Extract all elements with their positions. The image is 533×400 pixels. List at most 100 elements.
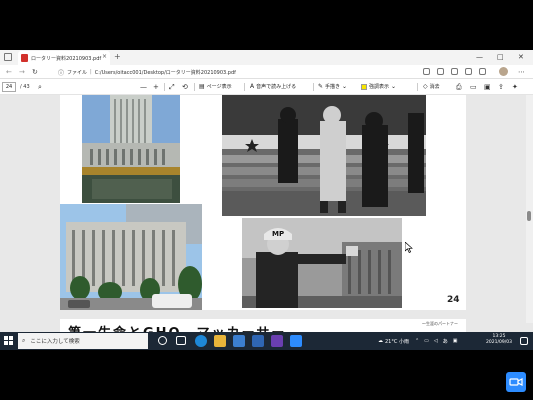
erase-button[interactable]: ◇ 消去 <box>423 82 440 92</box>
draw-label: 手描き <box>325 84 341 90</box>
store-icon[interactable] <box>233 335 245 347</box>
pdf-file-icon <box>21 54 28 62</box>
weather-icon: ☁ <box>378 338 383 344</box>
network-icon[interactable]: ▭ <box>424 338 429 344</box>
pen-icon: ✎ <box>318 83 324 90</box>
language-icon[interactable]: ▣ <box>453 338 458 344</box>
zoom-in-button[interactable]: + <box>153 82 159 92</box>
taskbar-search[interactable]: ⌕ ここに入力して検索 <box>18 333 148 349</box>
tab-pdf[interactable]: ロータリー資料20210903.pdf × <box>18 51 110 65</box>
teams-icon[interactable] <box>271 335 283 347</box>
tab-bar: ロータリー資料20210903.pdf × + — □ ✕ <box>0 50 533 65</box>
address-path: C:/Users/oitacc001/Desktop/ロータリー資料202109… <box>94 69 236 76</box>
zoom-out-button[interactable]: — <box>140 82 147 92</box>
search-placeholder: ここに入力して検索 <box>30 339 80 345</box>
zoom-app-icon[interactable] <box>290 335 302 347</box>
svg-text:MP: MP <box>272 230 284 238</box>
new-tab-button[interactable]: + <box>114 52 121 62</box>
page-total: / 43 <box>20 84 30 90</box>
edge-browser-icon[interactable] <box>195 335 207 347</box>
pdf-toolbar: 24 / 43 ⌕ — + ⤢ ⟲ ▤ ページ表示 A 音声で読み上げる ✎ 手… <box>0 79 533 95</box>
windows-start-icon[interactable] <box>4 336 14 346</box>
highlight-button[interactable]: 強調表示 ⌄ <box>361 82 396 92</box>
highlight-label: 強調表示 <box>369 84 390 90</box>
task-view-icon[interactable] <box>176 336 186 345</box>
mail-icon[interactable] <box>252 335 264 347</box>
toolbar-divider <box>417 83 418 91</box>
address-scheme: ファイル <box>67 69 88 76</box>
scrollbar-thumb[interactable] <box>527 211 531 221</box>
vertical-scrollbar[interactable] <box>526 95 533 323</box>
toolbar-divider <box>313 83 314 91</box>
search-icon[interactable]: ⌕ <box>38 82 42 92</box>
rotate-icon[interactable]: ⟲ <box>182 82 188 92</box>
window-menu-icon[interactable] <box>4 53 12 61</box>
read-aloud-label: 音声で読み上げる <box>256 84 297 90</box>
tab-close-button[interactable]: × <box>102 54 107 60</box>
info-icon: ⓘ <box>58 69 65 77</box>
refresh-icon[interactable]: ↻ <box>32 67 38 77</box>
share-icon[interactable]: ⇪ <box>498 82 504 92</box>
video-camera-icon <box>509 378 523 386</box>
page-number-label: 24 <box>447 295 460 305</box>
mp-traffic-photo: MP <box>242 218 402 308</box>
pin-icon[interactable]: ✦ <box>512 82 518 92</box>
navigation-bar: ← → ↻ ⓘ ファイル | C:/Users/oitacc001/Deskto… <box>0 65 533 79</box>
toolbar-divider <box>164 83 165 91</box>
building-pond-photo <box>82 95 180 203</box>
volume-icon[interactable]: ◁ <box>434 338 438 344</box>
page-view-label: ページ表示 <box>206 84 232 90</box>
system-tray: ☁ 21°C 小雨 ⌃ ▭ ◁ あ ▣ <box>378 332 458 350</box>
file-explorer-icon[interactable] <box>214 335 226 347</box>
eraser-icon: ◇ <box>423 83 428 90</box>
close-button[interactable]: ✕ <box>518 51 524 63</box>
print-icon[interactable]: ⎙ <box>456 82 462 92</box>
address-separator: | <box>90 69 92 75</box>
page-view-icon: ▤ <box>199 83 205 90</box>
chevron-down-icon: ⌄ <box>342 83 348 90</box>
erase-label: 消去 <box>429 84 440 90</box>
clock-date: 2021/09/03 <box>486 340 512 345</box>
read-aloud-button[interactable]: A 音声で読み上げる <box>250 82 296 92</box>
cortana-icon[interactable] <box>158 336 167 345</box>
ime-indicator[interactable]: あ <box>443 338 448 345</box>
notification-icon[interactable] <box>520 337 528 345</box>
page-view-button[interactable]: ▤ ページ表示 <box>199 82 232 92</box>
page-number-input[interactable]: 24 <box>2 82 16 92</box>
tab-title: ロータリー資料20210903.pdf <box>31 55 102 62</box>
read-aloud-icon[interactable] <box>423 68 430 75</box>
fit-page-icon[interactable]: ⤢ <box>169 82 175 92</box>
more-menu-icon[interactable]: ⋯ <box>518 67 525 77</box>
clock[interactable]: 13:25 2021/09/03 <box>484 334 514 346</box>
daiichi-building-photo <box>60 204 202 310</box>
pdf-viewer: MP 24 第一生命とGHQ マッカーサー 〜生涯のパートナー <box>0 95 533 350</box>
back-arrow-icon[interactable]: ← <box>6 67 12 77</box>
browser-window: ロータリー資料20210903.pdf × + — □ ✕ ← → ↻ ⓘ ファ… <box>0 50 533 350</box>
maximize-button[interactable]: □ <box>497 51 504 63</box>
next-page-subnote: 〜生涯のパートナー <box>422 321 458 326</box>
favorites-icon[interactable] <box>465 68 472 75</box>
draw-button[interactable]: ✎ 手描き ⌄ <box>318 82 347 92</box>
extensions-icon[interactable] <box>437 68 444 75</box>
profile-avatar[interactable] <box>499 67 508 76</box>
screen: { "browser": { "tab_title": "ロータリー資料2021… <box>0 0 533 400</box>
highlighter-icon <box>361 84 367 90</box>
chevron-down-icon: ⌄ <box>391 83 397 90</box>
weather-text[interactable]: 21°C 小雨 <box>385 338 409 345</box>
toolbar-divider <box>244 83 245 91</box>
video-camera-button[interactable] <box>506 372 526 392</box>
taskbar: ⌕ ここに入力して検索 ☁ 21°C 小雨 ⌃ ▭ ◁ あ ▣ 13:25 20… <box>0 332 533 350</box>
tray-chevron-icon[interactable]: ⌃ <box>415 338 419 344</box>
favorite-star-icon[interactable] <box>451 68 458 75</box>
save-as-icon[interactable]: ▣ <box>484 82 491 92</box>
search-icon: ⌕ <box>22 337 26 344</box>
toolbar-divider <box>194 83 195 91</box>
collections-icon[interactable] <box>479 68 486 75</box>
forward-arrow-icon[interactable]: → <box>19 67 25 77</box>
pdf-page: MP 24 <box>60 95 466 310</box>
save-icon[interactable]: ▭ <box>470 82 477 92</box>
read-aloud-icon: A <box>250 83 255 90</box>
address-bar[interactable]: ⓘ ファイル | C:/Users/oitacc001/Desktop/ロータリ… <box>58 67 418 77</box>
macarthur-group-photo <box>222 95 426 216</box>
minimize-button[interactable]: — <box>476 51 483 63</box>
